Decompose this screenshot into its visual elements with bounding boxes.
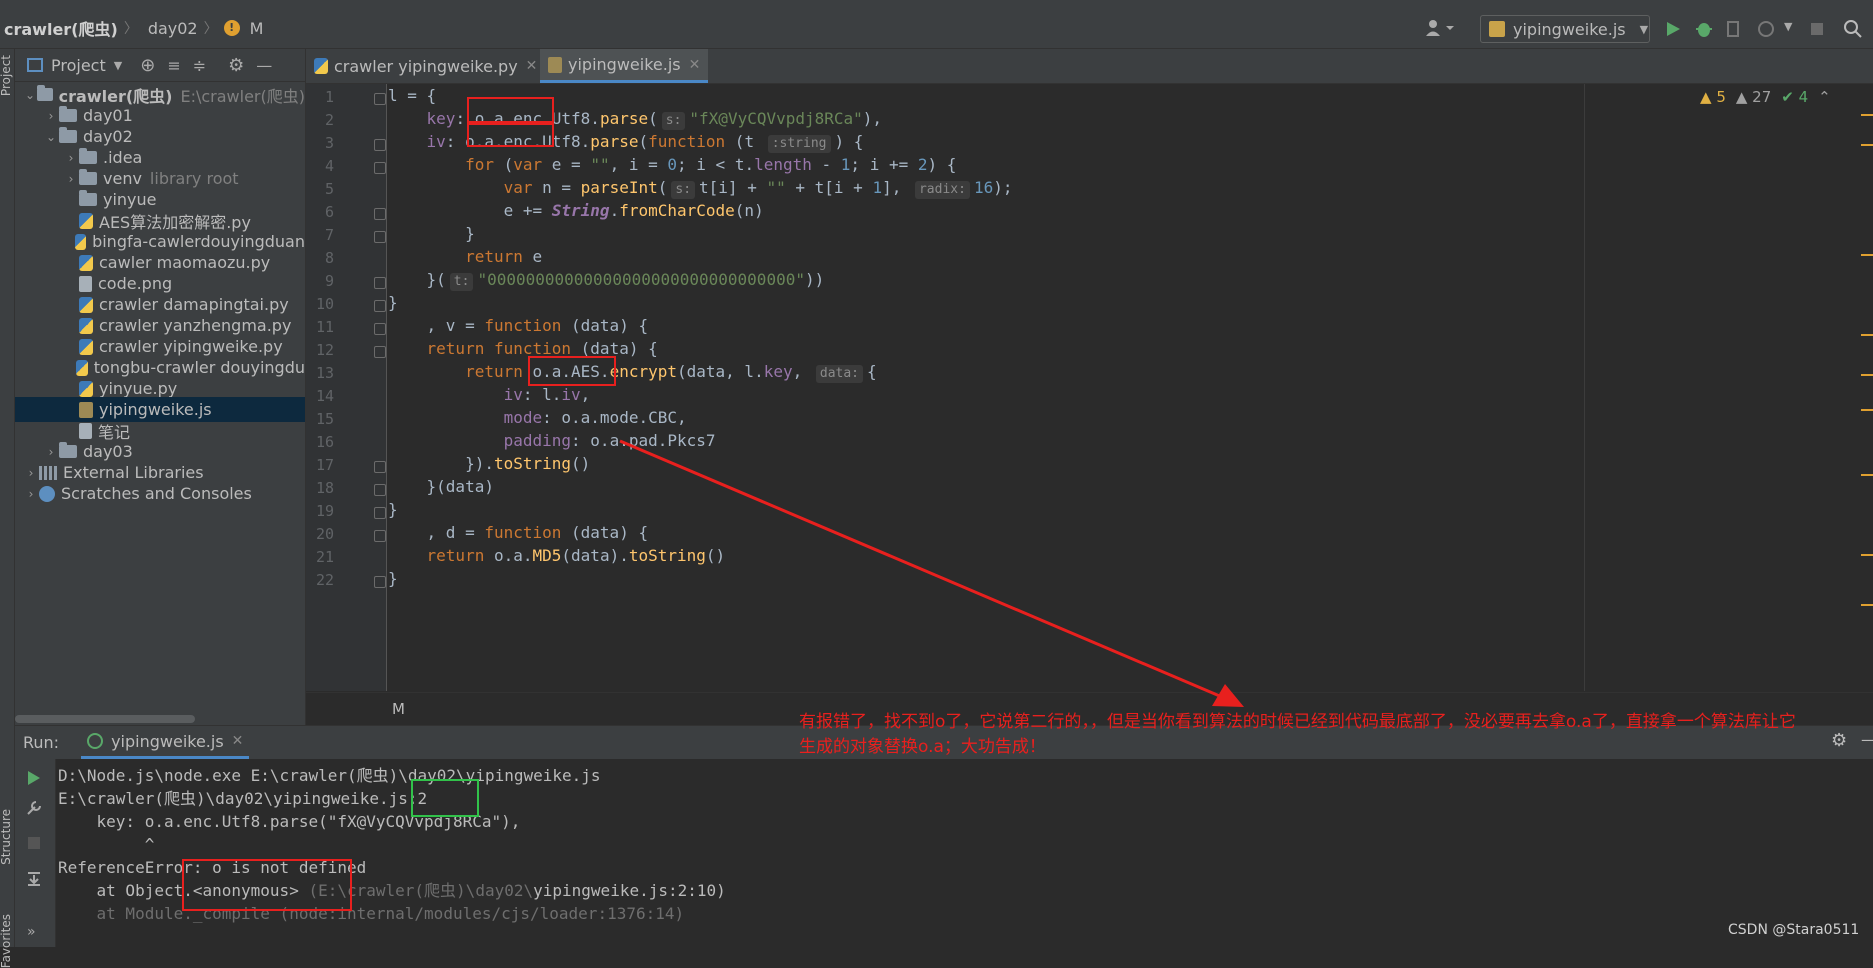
node-icon bbox=[87, 733, 104, 749]
annotation-line: 生成的对象替换o.a；大功告成！ bbox=[799, 737, 1046, 757]
more-icon[interactable]: » bbox=[27, 924, 36, 940]
annotation-text: 有报错了，找不到o了，它说第二行的，，但是当你看到算法的时候已经到代码最底部了，… bbox=[799, 710, 1873, 760]
highlight-box bbox=[182, 859, 352, 911]
close-icon[interactable]: ✕ bbox=[232, 733, 244, 749]
run-tab[interactable]: yipingweike.js ✕ bbox=[81, 726, 250, 759]
run-label: Run: bbox=[23, 733, 60, 752]
console-line: E:\crawler(爬虫)\day02\yipingweike.js:2 bbox=[58, 789, 428, 808]
console-line: D:\Node.js\node.exe E:\crawler(爬虫)\day02… bbox=[58, 766, 601, 785]
stop-icon[interactable] bbox=[25, 834, 43, 852]
console-line: at Object.<anonymous> (E:\crawler(爬虫)\da… bbox=[58, 879, 726, 902]
annotation-line: 有报错了，找不到o了，它说第二行的，，但是当你看到算法的时候已经到代码最底部了，… bbox=[799, 712, 1796, 732]
run-tab-label: yipingweike.js bbox=[111, 731, 224, 751]
console-line: ^ bbox=[58, 835, 155, 854]
rerun-icon[interactable] bbox=[25, 769, 43, 787]
wrench-icon[interactable] bbox=[25, 799, 43, 817]
run-console[interactable]: D:\Node.js\node.exe E:\crawler(爬虫)\day02… bbox=[56, 759, 1873, 947]
console-stack-link[interactable]: yipingweike.js:2:10) bbox=[533, 881, 726, 900]
watermark: CSDN @Stara0511 bbox=[1728, 922, 1860, 938]
run-toolbar: » bbox=[15, 759, 56, 947]
highlight-box-green bbox=[411, 779, 479, 817]
scroll-to-end-icon[interactable] bbox=[25, 869, 43, 887]
console-line: at Module._compile (node:internal/module… bbox=[58, 904, 685, 923]
